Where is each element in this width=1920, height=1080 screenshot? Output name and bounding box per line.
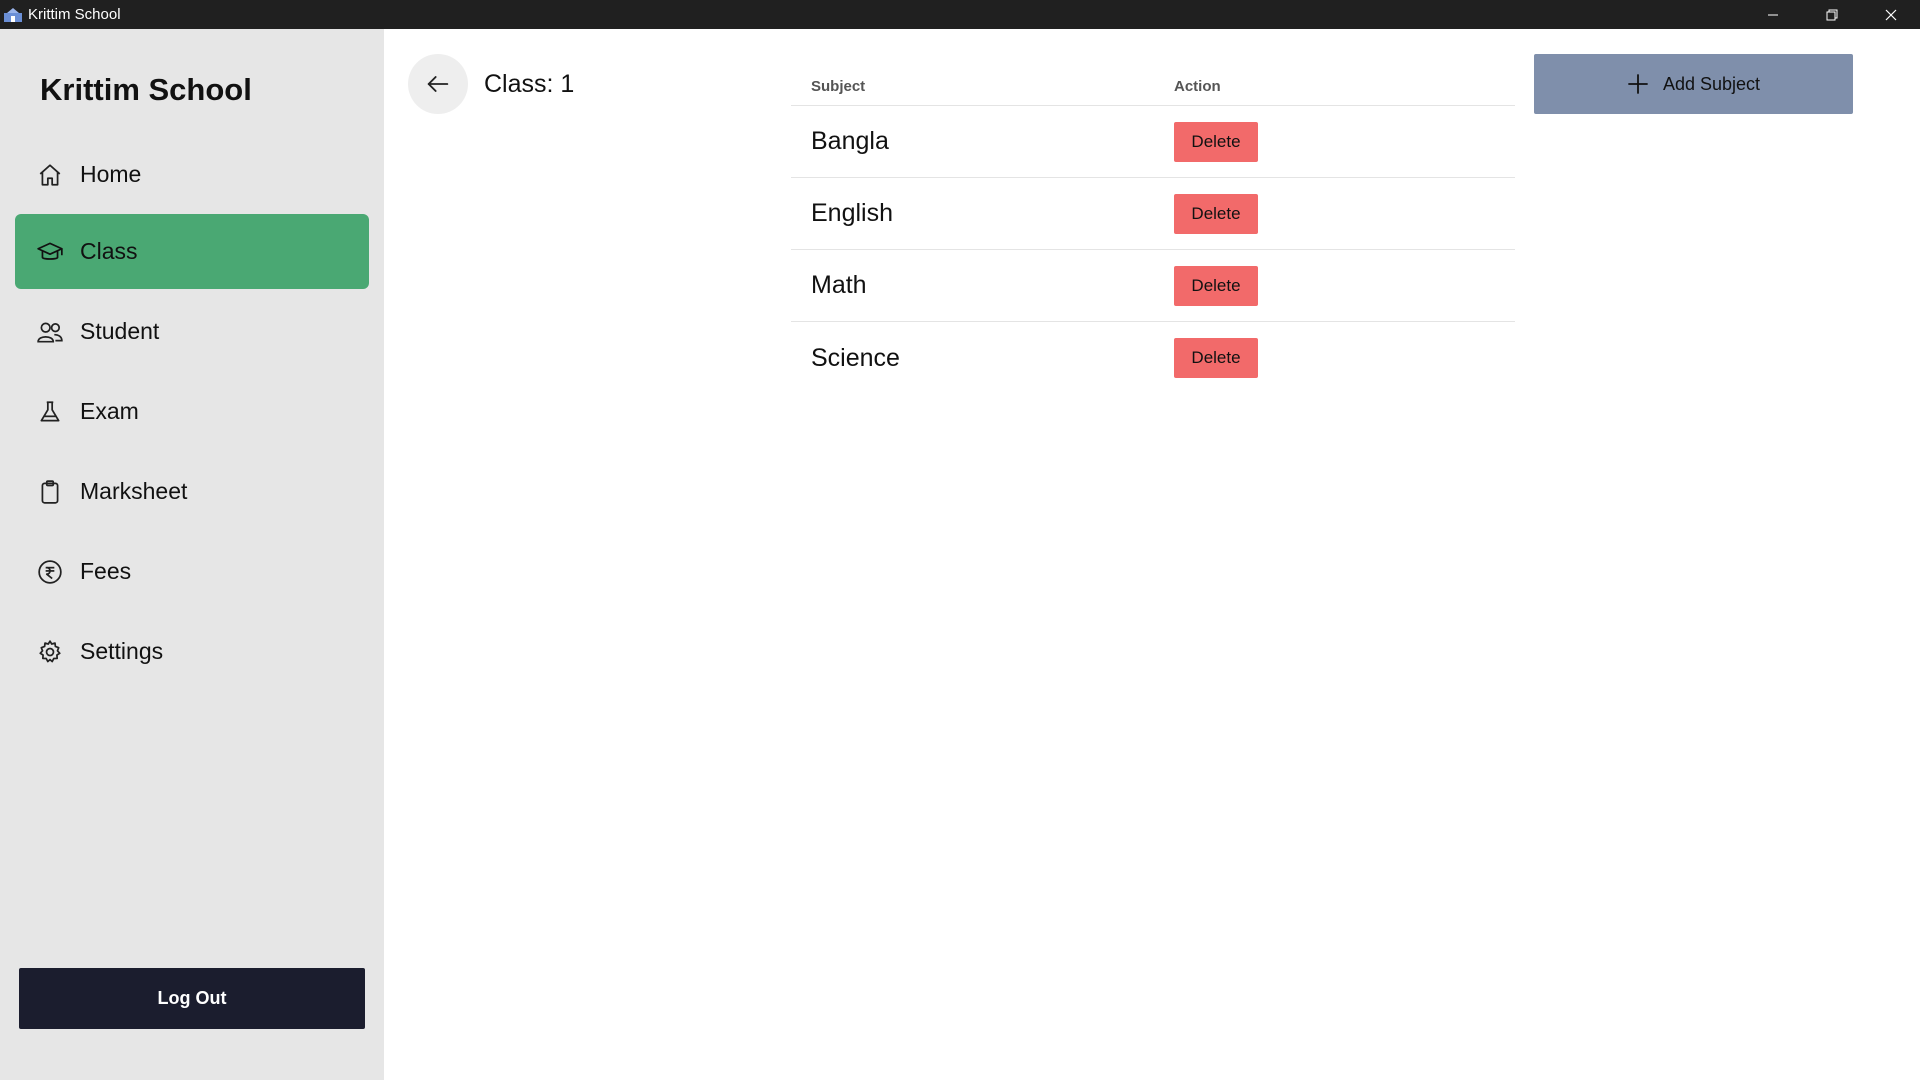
subject-name: English (811, 199, 893, 227)
column-header-action: Action (1174, 78, 1221, 95)
sidebar-item-label: Settings (80, 638, 164, 664)
home-icon (35, 160, 65, 190)
sidebar-item-settings[interactable]: Settings (15, 614, 369, 689)
gear-icon (35, 637, 65, 667)
sidebar-item-class[interactable]: Class (15, 214, 369, 289)
restore-icon (1826, 9, 1837, 20)
sidebar-item-label: Home (80, 161, 142, 187)
sidebar: Krittim School Home Class Student Exam M… (0, 29, 384, 1080)
sidebar-item-student[interactable]: Student (15, 294, 369, 369)
rupee-circle-icon (35, 557, 65, 587)
add-subject-label: Add Subject (1662, 73, 1761, 94)
sidebar-item-label: Exam (80, 398, 139, 424)
arrow-left-icon (427, 76, 449, 92)
sidebar-item-exam[interactable]: Exam (15, 374, 369, 449)
sidebar-item-label: Fees (80, 558, 132, 584)
delete-button[interactable]: Delete (1174, 121, 1258, 162)
table-header: Subject Action (791, 68, 1515, 106)
sidebar-item-label: Marksheet (80, 478, 188, 504)
flask-icon (35, 397, 65, 427)
page-title: Class: 1 (484, 70, 575, 98)
table-row: Science Delete (791, 322, 1515, 394)
window-title: Krittim School (28, 6, 121, 23)
plus-icon (1627, 73, 1649, 95)
sidebar-item-label: Class (80, 238, 138, 264)
table-row: Math Delete (791, 250, 1515, 322)
main-content: Class: 1 Subject Action Bangla Delete En… (384, 29, 1920, 1080)
delete-button[interactable]: Delete (1174, 193, 1258, 234)
delete-button[interactable]: Delete (1174, 265, 1258, 306)
delete-button[interactable]: Delete (1174, 338, 1258, 378)
add-subject-button[interactable]: Add Subject (1534, 54, 1853, 114)
minimize-icon (1767, 14, 1778, 15)
graduation-cap-icon (35, 237, 65, 267)
users-icon (35, 317, 65, 347)
close-button[interactable] (1861, 0, 1920, 29)
column-header-subject: Subject (811, 78, 866, 95)
minimize-button[interactable] (1743, 0, 1802, 29)
restore-button[interactable] (1802, 0, 1861, 29)
table-row: English Delete (791, 178, 1515, 250)
back-button[interactable] (408, 54, 468, 114)
window-titlebar: Krittim School (0, 0, 1920, 29)
sidebar-item-fees[interactable]: Fees (15, 534, 369, 609)
logout-button[interactable]: Log Out (19, 968, 365, 1029)
clipboard-icon (35, 477, 65, 507)
sidebar-item-label: Student (80, 318, 160, 344)
sidebar-item-home[interactable]: Home (15, 137, 369, 212)
app-school-icon (4, 7, 22, 22)
close-icon (1885, 9, 1896, 20)
brand-title: Krittim School (40, 72, 252, 107)
subject-name: Math (811, 271, 867, 299)
subjects-table: Subject Action Bangla Delete English Del… (791, 68, 1515, 394)
table-row: Bangla Delete (791, 106, 1515, 178)
subject-name: Bangla (811, 127, 889, 155)
subject-name: Science (811, 343, 900, 372)
sidebar-item-marksheet[interactable]: Marksheet (15, 454, 369, 529)
